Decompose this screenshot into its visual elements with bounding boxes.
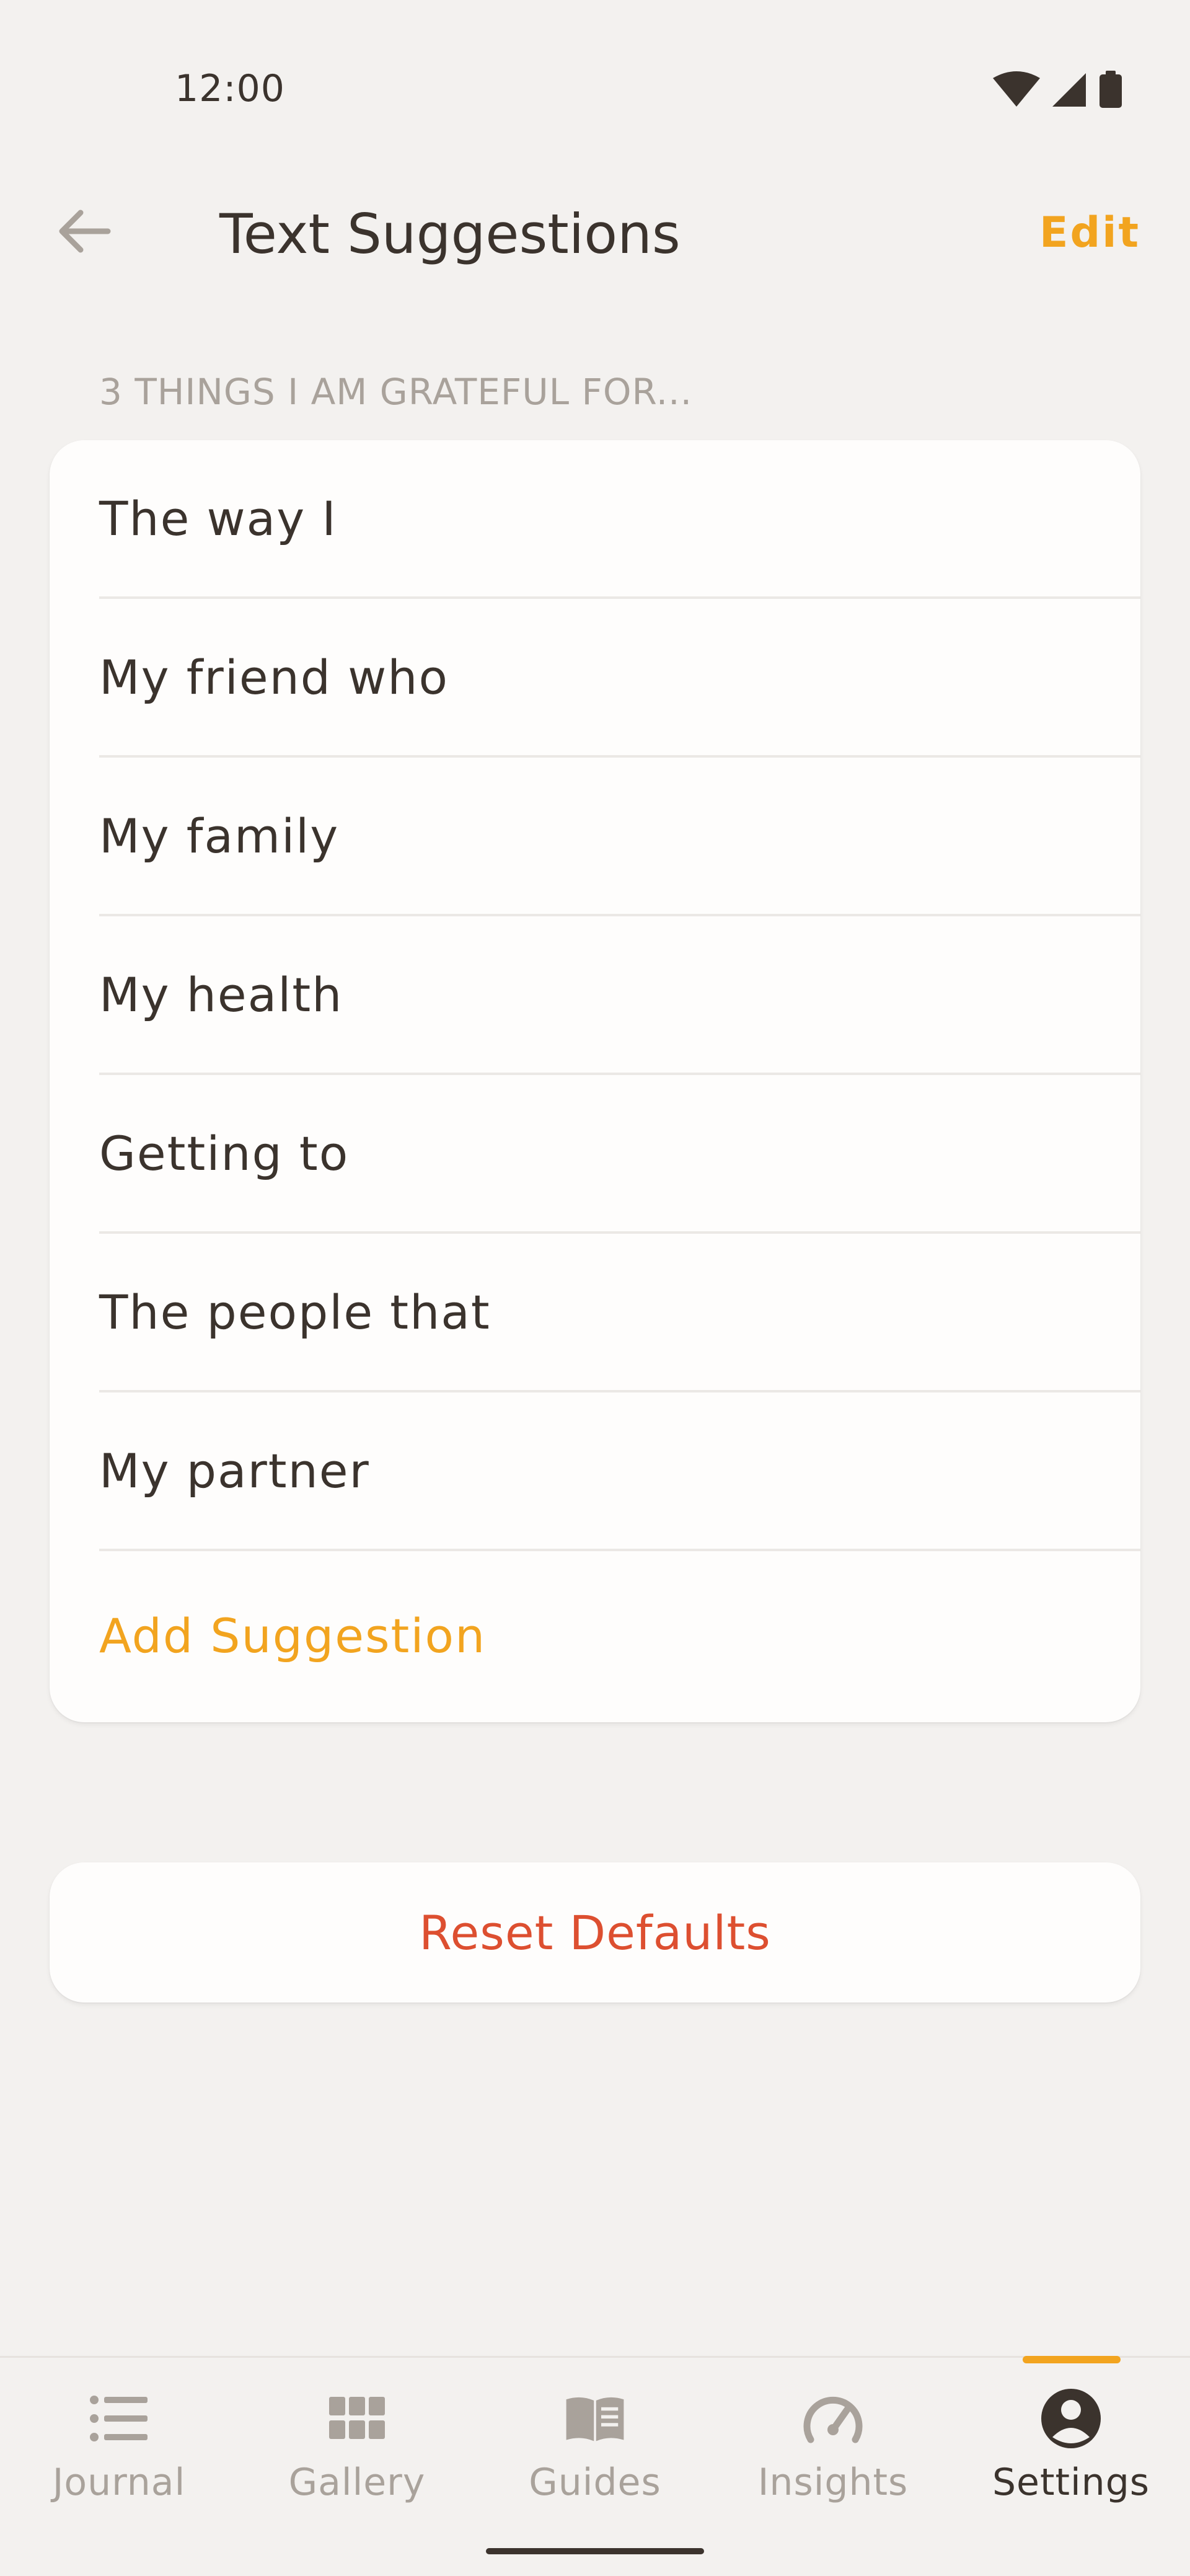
nav-label: Guides <box>529 2461 661 2504</box>
wifi-icon <box>993 71 1040 107</box>
suggestion-label: My partner <box>99 1443 370 1498</box>
nav-label: Insights <box>757 2461 909 2504</box>
reset-defaults-button[interactable]: Reset Defaults <box>50 1862 1140 2003</box>
suggestion-row[interactable]: The people that <box>50 1234 1140 1392</box>
add-suggestion-button[interactable]: Add Suggestion <box>50 1550 1140 1722</box>
nav-label: Journal <box>52 2461 186 2504</box>
status-icons <box>993 71 1122 108</box>
signal-icon <box>1052 73 1086 107</box>
page-title: Text Suggestions <box>219 202 681 266</box>
nav-label: Settings <box>992 2461 1150 2504</box>
list-icon <box>88 2388 150 2450</box>
suggestion-label: My friend who <box>99 650 449 705</box>
suggestion-label: The way I <box>99 491 337 546</box>
suggestion-row[interactable]: My friend who <box>50 599 1140 758</box>
nav-label: Gallery <box>288 2461 426 2504</box>
battery-icon <box>1100 71 1122 108</box>
suggestion-row[interactable]: My health <box>50 916 1140 1075</box>
back-button[interactable] <box>50 197 118 265</box>
suggestion-label: My family <box>99 808 340 864</box>
suggestions-list: The way I My friend who My family My hea… <box>50 440 1140 1722</box>
nav-item-guides[interactable]: Guides <box>476 2358 714 2544</box>
home-indicator[interactable] <box>486 2548 704 2554</box>
suggestion-row[interactable]: My partner <box>50 1392 1140 1551</box>
nav-item-journal[interactable]: Journal <box>0 2358 238 2544</box>
active-tab-indicator <box>1023 2356 1121 2363</box>
edit-button[interactable]: Edit <box>1039 208 1140 257</box>
account-circle-icon <box>1040 2388 1102 2450</box>
suggestion-row[interactable]: The way I <box>50 440 1140 599</box>
status-time: 12:00 <box>175 67 285 110</box>
gauge-icon <box>802 2388 864 2450</box>
grid-icon <box>326 2388 388 2450</box>
arrow-back-icon <box>59 210 111 253</box>
suggestion-row[interactable]: Getting to <box>50 1075 1140 1234</box>
suggestion-label: My health <box>99 967 343 1022</box>
add-suggestion-label: Add Suggestion <box>99 1608 487 1663</box>
nav-item-settings[interactable]: Settings <box>952 2358 1190 2544</box>
bottom-navigation: Journal Gallery Guides Insights Settings <box>0 2356 1190 2576</box>
suggestion-row[interactable]: My family <box>50 758 1140 916</box>
book-icon <box>564 2388 626 2450</box>
nav-item-gallery[interactable]: Gallery <box>238 2358 476 2544</box>
suggestion-label: Getting to <box>99 1126 350 1181</box>
suggestion-label: The people that <box>99 1285 491 1340</box>
section-header: 3 THINGS I AM GRATEFUL FOR... <box>99 371 693 413</box>
nav-item-insights[interactable]: Insights <box>714 2358 952 2544</box>
reset-defaults-label: Reset Defaults <box>419 1905 771 1960</box>
